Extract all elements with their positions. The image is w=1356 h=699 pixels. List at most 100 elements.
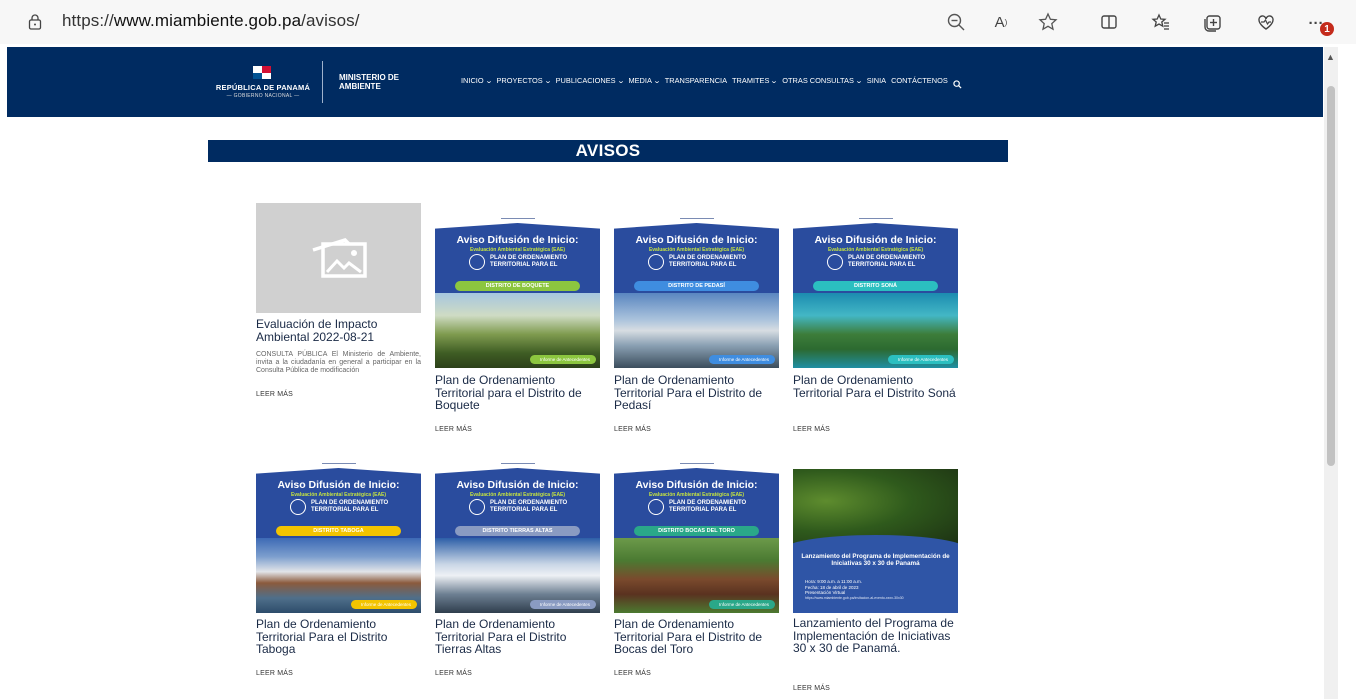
card-thumbnail[interactable]: Aviso Difusión de Inicio: Evaluación Ambi… [614,209,779,368]
document-tag: Informe de Antecedentes [529,600,596,609]
poster-subtitle: Evaluación Ambiental Estratégica (EAE) [648,247,745,253]
map-icon [469,499,485,515]
nav-item-otras-consultas[interactable]: OTRAS CONSULTAS ⌄ [782,76,863,85]
browser-toolbar: https://www.miambiente.gob.pa/avisos/ A)… [0,0,1356,44]
district-pill: DISTRITO DE PEDASÍ [634,281,759,291]
map-icon [827,254,843,270]
site-info-icon[interactable] [26,13,44,31]
document-tag: Informe de Antecedentes [708,355,775,364]
read-more-link[interactable]: LEER MÁS [793,685,830,692]
nav-item-inicio[interactable]: INICIO ⌄ [461,76,493,85]
poster-title: Lanzamiento del Programa de Implementaci… [801,553,950,567]
aviso-poster: Aviso Difusión de Inicio: Evaluación Ambi… [435,454,600,613]
nav-item-sinia[interactable]: SINIA [867,76,886,85]
chevron-down-icon: ⌄ [854,77,863,85]
ministry-logo [680,214,714,219]
chevron-down-icon: ⌄ [770,77,779,85]
page-title: AVISOS [575,141,641,160]
district-pill: DISTRITO BOCAS DEL TORO [634,526,759,536]
chevron-down-icon: ⌄ [484,77,493,85]
ministry-logo-text[interactable]: MINISTERIO DE AMBIENTE [339,73,419,91]
map-icon [648,254,664,270]
main-nav: INICIO ⌄ PROYECTOS ⌄ PUBLICACIONES ⌄ MEDIA ⌄… [461,76,962,89]
document-tag: Informe de Antecedentes [529,355,596,364]
nav-item-proyectos[interactable]: PROYECTOS ⌄ [496,76,552,85]
card-thumbnail[interactable] [256,203,421,313]
favorite-star-icon[interactable] [1037,11,1059,33]
map-icon [290,499,306,515]
nav-item-tramites[interactable]: TRAMITES ⌄ [732,76,779,85]
scroll-up-arrow-icon[interactable]: ▲ [1326,52,1336,62]
poster-detail: https://www.miambiente.gob.pa/invitacion… [805,595,904,600]
card-title[interactable]: Plan de Ordenamiento Territorial Para el… [256,618,421,656]
nav-item-transparencia[interactable]: TRANSPARENCIA [665,76,727,85]
document-tag: Informe de Antecedentes [350,600,417,609]
poster-details: Hora: 9:00 a.m. a 11:00 a.m. Fecha: 18 d… [805,579,904,601]
card-thumbnail[interactable]: Lanzamiento del Programa de Implementaci… [793,449,958,613]
ministry-logo [501,214,535,219]
nav-item-contactenos[interactable]: CONTÁCTENOS [891,76,948,85]
collections-icon[interactable] [1202,11,1224,33]
document-tag: Informe de Antecedentes [708,600,775,609]
zoom-out-icon[interactable] [945,11,967,33]
poster-title: Aviso Difusión de Inicio: [456,234,579,246]
card-description: CONSULTA PÚBLICA El Ministerio de Ambien… [256,351,421,374]
document-tag: Informe de Antecedentes [887,355,954,364]
ministry-logo [501,459,535,464]
poster-subtitle: Evaluación Ambiental Estratégica (EAE) [827,247,924,253]
aviso-poster: Aviso Difusión de Inicio: Evaluación Ambi… [614,454,779,613]
poster-plan: PLAN DE ORDENAMIENTO TERRITORIAL PARA EL [669,500,747,513]
favorites-icon[interactable] [1150,11,1172,33]
aviso-poster: Aviso Difusión de Inicio: Evaluación Ambi… [793,209,958,368]
notification-badge: 1 [1320,22,1334,36]
poster-plan: PLAN DE ORDENAMIENTO TERRITORIAL PARA EL [490,500,568,513]
nav-item-publicaciones[interactable]: PUBLICACIONES ⌄ [556,76,625,85]
search-icon[interactable] [953,76,962,89]
read-aloud-icon[interactable]: A) [990,11,1012,33]
card-thumbnail[interactable]: Aviso Difusión de Inicio: Evaluación Ambi… [256,454,421,613]
page-title-bar: AVISOS [208,140,1008,162]
read-more-link[interactable]: LEER MÁS [614,426,651,433]
read-more-link[interactable]: LEER MÁS [256,670,293,677]
ministry-logo [859,214,893,219]
poster-title: Aviso Difusión de Inicio: [277,479,400,491]
aviso-poster: Aviso Difusión de Inicio: Evaluación Ambi… [435,209,600,368]
address-input[interactable]: https://www.miambiente.gob.pa/avisos/ [62,11,360,31]
card-thumbnail[interactable]: Aviso Difusión de Inicio: Evaluación Ambi… [793,209,958,368]
scrollbar-thumb[interactable] [1327,86,1335,466]
card-title[interactable]: Plan de Ordenamiento Territorial Para el… [614,374,779,412]
card-title[interactable]: Plan de Ordenamiento Territorial Para el… [793,374,958,399]
chevron-down-icon: ⌄ [543,77,552,85]
poster-plan: PLAN DE ORDENAMIENTO TERRITORIAL PARA EL [311,500,389,513]
poster-title: Aviso Difusión de Inicio: [635,234,758,246]
site-header: REPÚBLICA DE PANAMÁ — GOBIERNO NACIONAL … [7,47,1323,117]
card-thumbnail[interactable]: Aviso Difusión de Inicio: Evaluación Ambi… [435,454,600,613]
aviso-poster: Aviso Difusión de Inicio: Evaluación Ambi… [256,454,421,613]
card-title[interactable]: Plan de Ordenamiento Territorial Para el… [614,618,779,656]
poster-title: Aviso Difusión de Inicio: [635,479,758,491]
read-more-link[interactable]: LEER MÁS [435,426,472,433]
read-more-link[interactable]: LEER MÁS [793,426,830,433]
republic-logo-text[interactable]: REPÚBLICA DE PANAMÁ [213,83,313,92]
card-title[interactable]: Lanzamiento del Programa de Implementaci… [793,617,958,655]
chevron-down-icon: ⌄ [652,77,661,85]
card-title[interactable]: Evaluación de Impacto Ambiental 2022-08-… [256,318,421,343]
poster-plan: PLAN DE ORDENAMIENTO TERRITORIAL PARA EL [848,255,926,268]
read-more-link[interactable]: LEER MÁS [435,670,472,677]
nav-item-media[interactable]: MEDIA ⌄ [628,76,661,85]
card-title[interactable]: Plan de Ordenamiento Territorial Para el… [435,618,600,656]
card-thumbnail[interactable]: Aviso Difusión de Inicio: Evaluación Ambi… [435,209,600,368]
panama-flag-icon [253,66,271,79]
browser-essentials-icon[interactable] [1255,11,1277,33]
split-screen-icon[interactable] [1098,11,1120,33]
card-title[interactable]: Plan de Ordenamiento Territorial para el… [435,374,600,412]
card-thumbnail[interactable]: Aviso Difusión de Inicio: Evaluación Ambi… [614,454,779,613]
launch-poster: Lanzamiento del Programa de Implementaci… [793,449,958,613]
poster-title: Aviso Difusión de Inicio: [814,234,937,246]
read-more-link[interactable]: LEER MÁS [256,391,293,398]
ministry-logo [680,459,714,464]
read-more-link[interactable]: LEER MÁS [614,670,651,677]
ministry-logo [322,459,356,464]
poster-plan: PLAN DE ORDENAMIENTO TERRITORIAL PARA EL [490,255,568,268]
map-icon [469,254,485,270]
